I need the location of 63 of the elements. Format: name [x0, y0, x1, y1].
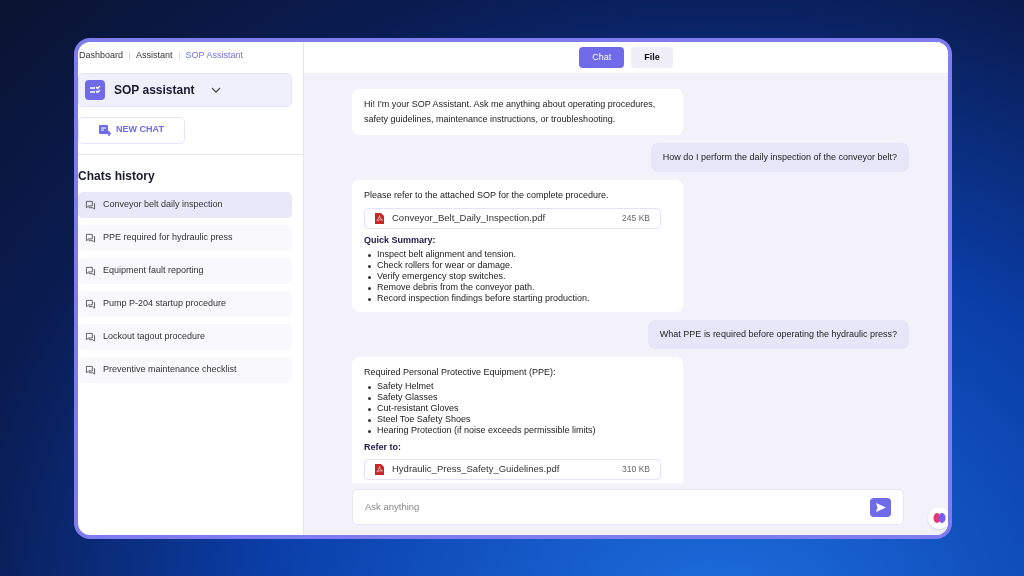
bullet-icon [368, 286, 371, 290]
message-text: Required Personal Protective Equipment (PPE): [364, 365, 557, 379]
history-item[interactable]: Preventive maintenance checklist [78, 356, 292, 383]
bullet-icon [368, 264, 371, 268]
message-heading: Refer to: [364, 440, 402, 454]
bullet-icon [368, 429, 371, 433]
pdf-file-icon [375, 464, 384, 475]
list-item: Record inspection findings before starting production. [377, 292, 590, 304]
list-item: Safety Helmet [377, 380, 434, 392]
chat-bubbles-icon [85, 364, 96, 375]
bullet-icon [368, 385, 371, 389]
file-name: Hydraulic_Press_Safety_Guidelines.pdf [392, 462, 561, 477]
list-item: Hearing Protection (if noise exceeds permissible limits) [377, 424, 596, 436]
bullet-icon [368, 396, 371, 400]
list-item: Inspect belt alignment and tension. [377, 248, 517, 260]
assistant-selector[interactable]: SOP assistant [78, 72, 292, 107]
brain-icon [932, 512, 946, 524]
file-attachment[interactable]: Conveyor_Belt_Daily_Inspection.pdf 245 KB [364, 208, 661, 229]
bullet-icon [368, 418, 371, 422]
breadcrumb-link[interactable]: SOP Assistant [185, 49, 243, 63]
chevron-down-icon [211, 86, 222, 93]
history-item[interactable]: Equipment fault reporting [78, 257, 292, 284]
chat-bubbles-icon [85, 331, 96, 342]
list-item: Safety Glasses [377, 391, 438, 403]
list-item: Verify emergency stop switches. [377, 270, 506, 282]
message-text: Hi! I'm your SOP Assistant. Ask me anything about operating procedures, safety guidelines, maintenance instructions, or troubleshooting. [364, 98, 657, 126]
file-name: Conveyor_Belt_Daily_Inspection.pdf [392, 211, 547, 226]
message-text: Please refer to the attached SOP for the complete procedure. [364, 189, 610, 202]
bullet-icon [368, 407, 371, 411]
file-size: 245 KB [622, 212, 650, 225]
send-button[interactable] [870, 497, 891, 517]
checklist-icon [85, 79, 105, 100]
message-text: What PPE is required before operating the hydraulic press? [659, 327, 897, 341]
new-chat-icon [99, 124, 112, 136]
history-title: Chats history [78, 167, 156, 185]
breadcrumb-link[interactable]: Assistant [136, 49, 173, 63]
view-tab[interactable]: Chat [579, 47, 625, 68]
file-size: 310 KB [622, 463, 650, 476]
list-item: Cut-resistant Gloves [377, 402, 459, 414]
view-tab[interactable]: File [631, 47, 673, 68]
history-item[interactable]: Conveyor belt daily inspection [78, 191, 292, 218]
send-icon [875, 502, 886, 512]
chat-bubbles-icon [85, 232, 96, 243]
message-input[interactable]: Ask anything [365, 499, 870, 515]
history-item[interactable]: PPE required for hydraulic press [78, 224, 292, 251]
breadcrumb-link[interactable]: Dashboard [79, 49, 124, 63]
new-chat-button[interactable]: NEW CHAT [78, 116, 185, 144]
chat-bubbles-icon [85, 199, 96, 210]
chat-bubbles-icon [85, 265, 96, 276]
message-composer[interactable]: Ask anything [352, 489, 904, 525]
history-item[interactable]: Lockout tagout procedure [78, 323, 292, 350]
list-item: Steel Toe Safety Shoes [377, 413, 471, 425]
list-item: Check rollers for wear or damage. [377, 259, 513, 271]
bullet-icon [368, 297, 371, 301]
list-item: Remove debris from the conveyor path. [377, 281, 535, 293]
file-attachment[interactable]: Hydraulic_Press_Safety_Guidelines.pdf 310 KB [364, 459, 661, 480]
history-item[interactable]: Pump P-204 startup procedure [78, 290, 292, 317]
chat-bubbles-icon [85, 298, 96, 309]
message-text: How do I perform the daily inspection of the conveyor belt? [662, 151, 897, 164]
bullet-icon [368, 253, 371, 257]
pdf-file-icon [375, 213, 384, 224]
bullet-icon [368, 275, 371, 279]
message-heading: Quick Summary: [364, 234, 437, 247]
